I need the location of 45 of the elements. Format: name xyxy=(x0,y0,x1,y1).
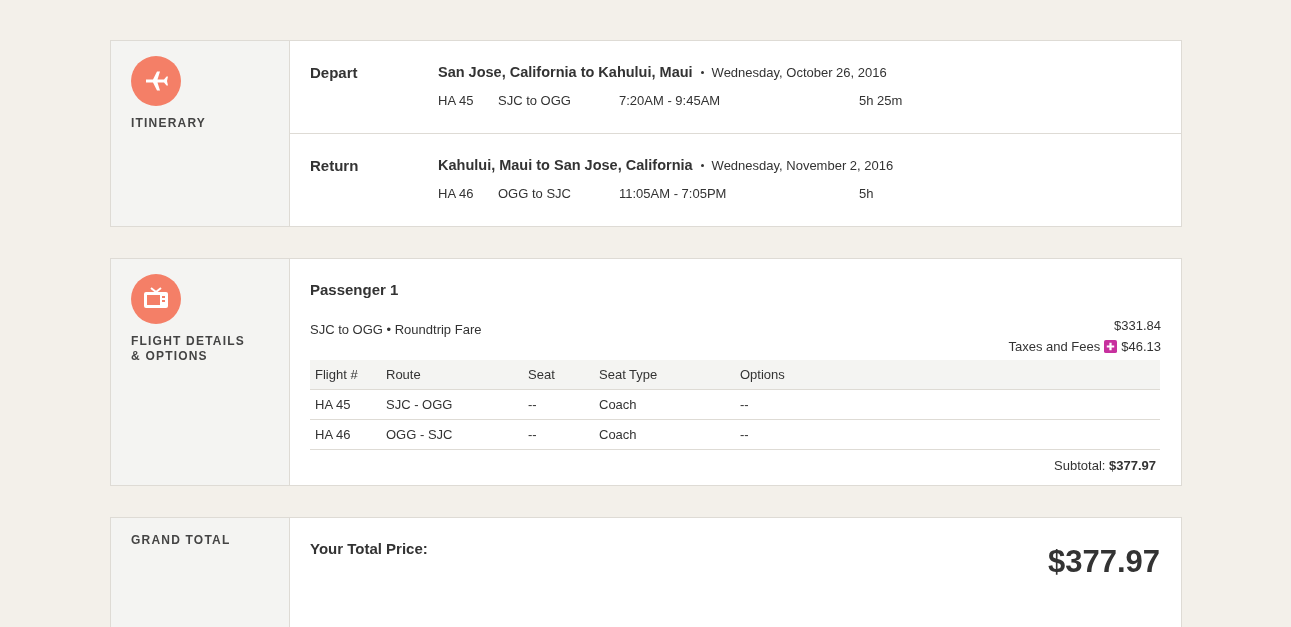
flight-date: Wednesday, November 2, 2016 xyxy=(711,157,894,173)
table-cell: SJC - OGG xyxy=(381,389,523,420)
plus-icon[interactable] xyxy=(1104,340,1118,353)
section-label: GRAND TOTAL xyxy=(131,533,231,548)
subtotal: Subtotal: $377.97 xyxy=(1054,458,1156,473)
section-label: ITINERARY xyxy=(131,116,207,131)
flight-number: HA 45 xyxy=(438,93,475,108)
table-cell: HA 46 xyxy=(310,419,381,450)
column-header: Options xyxy=(735,360,1160,390)
flight-cities: OGG to SJC xyxy=(498,186,572,201)
flight-date: Wednesday, October 26, 2016 xyxy=(711,64,887,80)
fare-price: $331.84 xyxy=(1114,318,1161,333)
leg-label: Return xyxy=(310,157,360,176)
flight-duration: 5h 25m xyxy=(859,93,903,108)
airplane-icon xyxy=(131,56,181,106)
route-title: Kahului, Maui to San Jose, California xyxy=(438,157,693,173)
flight-cities: SJC to OGG xyxy=(498,93,572,108)
column-header: Flight # xyxy=(310,360,381,390)
total-price: $377.97 xyxy=(1047,544,1160,580)
column-header: Seat Type xyxy=(594,360,735,390)
table-cell: HA 45 xyxy=(310,389,381,420)
bullet-icon xyxy=(700,70,704,74)
flight-duration: 5h xyxy=(859,186,874,201)
table-cell: -- xyxy=(523,419,594,450)
column-header: Route xyxy=(381,360,523,390)
table-cell: Coach xyxy=(594,419,735,450)
flight-times: 7:20AM - 9:45AM xyxy=(619,93,722,108)
table-cell: -- xyxy=(735,419,1160,450)
route-title: San Jose, California to Kahului, Maui xyxy=(438,64,693,80)
taxes-label: Taxes and Fees xyxy=(1008,339,1101,354)
flight-times: 11:05AM - 7:05PM xyxy=(619,186,728,201)
table-cell: OGG - SJC xyxy=(381,419,523,450)
total-label: Your Total Price: xyxy=(310,540,428,557)
bullet-icon xyxy=(700,163,704,167)
table-cell: Coach xyxy=(594,389,735,420)
flight-number: HA 46 xyxy=(438,186,475,201)
leg-label: Depart xyxy=(310,64,359,83)
table-cell: -- xyxy=(523,389,594,420)
taxes-price: $46.13 xyxy=(1121,339,1161,354)
section-label: FLIGHT DETAILS & OPTIONS xyxy=(131,334,246,364)
table-cell: -- xyxy=(735,389,1160,420)
column-header: Seat xyxy=(523,360,594,390)
tv-icon xyxy=(131,274,181,324)
passenger-title: Passenger 1 xyxy=(310,281,400,298)
fare-description: SJC to OGG • Roundtrip Fare xyxy=(310,322,482,339)
